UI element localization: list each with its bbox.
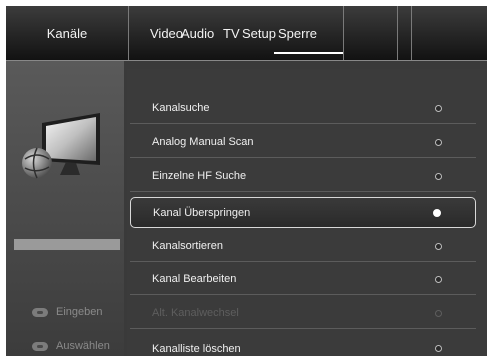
- hint-enter-label: Eingeben: [56, 306, 103, 318]
- navigate-button-icon: [32, 341, 48, 351]
- sidebar-panel: Eingeben Auswählen: [6, 61, 124, 356]
- tab-empty: [398, 6, 412, 60]
- menu-item-kanalsuche[interactable]: Kanalsuche: [130, 93, 476, 124]
- radio-dot-icon: [435, 275, 442, 283]
- ok-button-icon: [32, 307, 48, 317]
- menu-item-label: Alt. Kanalwechsel: [152, 307, 239, 319]
- menu-item-analog-manual-scan[interactable]: Analog Manual Scan: [130, 127, 476, 158]
- radio-dot-icon: [435, 138, 442, 146]
- active-tab-indicator: [274, 52, 343, 54]
- sidebar-divider-bar: [14, 239, 120, 250]
- menu-item-label: Kanalsortieren: [152, 240, 223, 252]
- menu-item-label: Kanal Überspringen: [153, 206, 251, 219]
- menu-item-label: Einzelne HF Suche: [152, 170, 247, 182]
- menu-item-kanal-bearbeiten[interactable]: Kanal Bearbeiten: [130, 264, 476, 295]
- tab-empty: [412, 6, 487, 60]
- menu-item-einzelne-hf-suche[interactable]: Einzelne HF Suche: [130, 161, 476, 192]
- tab-kanaele[interactable]: Kanäle: [6, 6, 129, 60]
- menu-item-kanalliste-loeschen[interactable]: Kanalliste löschen: [130, 333, 476, 356]
- radio-dot-icon: [435, 172, 442, 180]
- radio-dot-icon: [435, 242, 442, 250]
- tv-globe-icon: [22, 113, 100, 179]
- menu-item-alt-kanalwechsel: Alt. Kanalwechsel: [130, 298, 476, 329]
- menu-item-label: Kanalsuche: [152, 102, 210, 114]
- menu-item-kanalsortieren[interactable]: Kanalsortieren: [130, 231, 476, 262]
- tab-empty: [344, 6, 398, 60]
- channel-menu-list: Kanalsuche Analog Manual Scan Einzelne H…: [127, 69, 487, 356]
- hint-select: Auswählen: [32, 338, 110, 354]
- menu-tab-bar: Kanäle Video Audio TV Setup Sperre: [6, 6, 487, 61]
- menu-item-label: Analog Manual Scan: [152, 136, 254, 148]
- hint-enter: Eingeben: [32, 304, 103, 320]
- tab-sperre[interactable]: Sperre: [274, 6, 344, 60]
- radio-dot-icon: [435, 104, 442, 112]
- radio-dot-icon: [435, 345, 442, 352]
- tab-video[interactable]: Video: [129, 6, 183, 60]
- menu-item-kanal-ueberspringen[interactable]: Kanal Überspringen: [130, 197, 476, 228]
- tv-menu-screen: Kanäle Video Audio TV Setup Sperre Einge…: [6, 6, 487, 356]
- radio-dot-icon: [433, 208, 441, 217]
- menu-item-label: Kanalliste löschen: [152, 342, 241, 355]
- radio-dot-icon: [435, 309, 442, 317]
- tab-sperre-label: Sperre: [278, 25, 318, 41]
- menu-item-label: Kanal Bearbeiten: [152, 273, 237, 285]
- hint-select-label: Auswählen: [56, 340, 110, 352]
